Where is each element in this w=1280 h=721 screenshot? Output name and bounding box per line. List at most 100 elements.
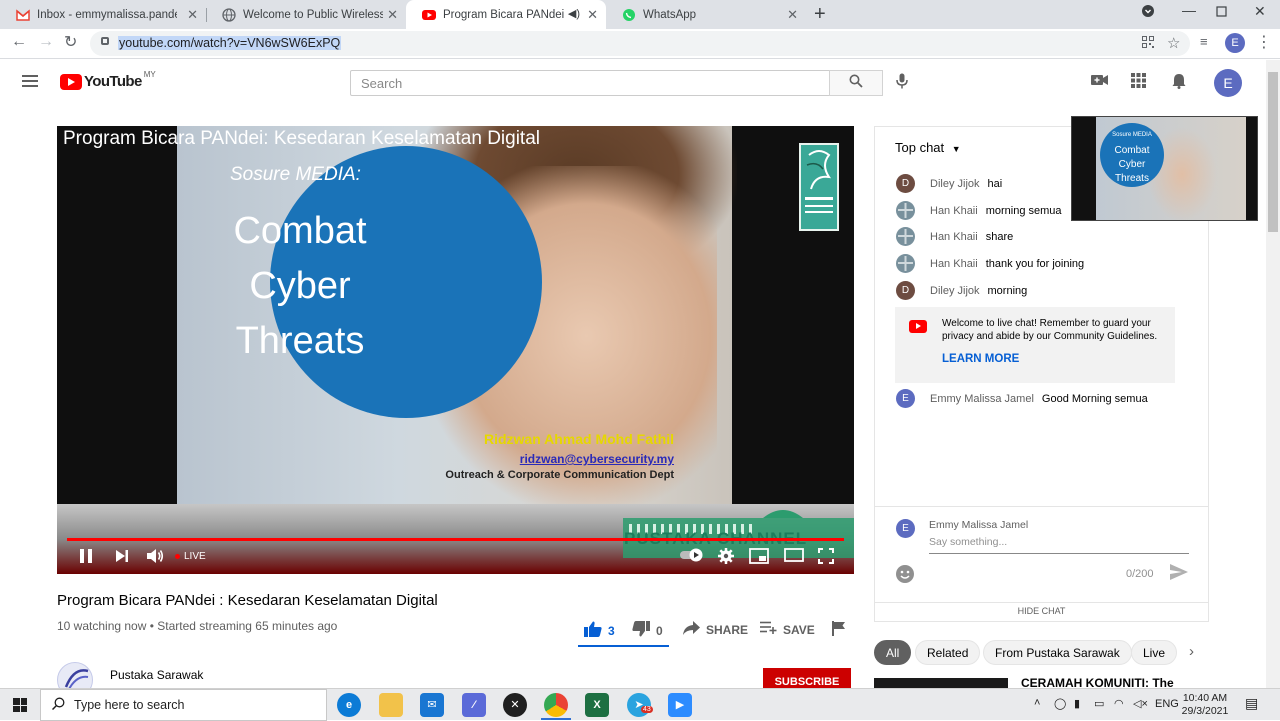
system-clock[interactable]: 10:40 AM 29/3/2021 [1180, 692, 1230, 718]
close-window-icon[interactable]: ✕ [1254, 3, 1266, 20]
taskbar-search-input[interactable]: Type here to search [40, 689, 327, 721]
dislike-button[interactable]: 0 [632, 621, 663, 641]
page-scrollbar[interactable] [1266, 60, 1280, 688]
apps-grid-icon[interactable] [1131, 73, 1146, 92]
chat-author[interactable]: Han Khaii [930, 231, 978, 243]
volume-icon[interactable] [146, 548, 164, 569]
miniplayer-icon[interactable] [749, 548, 769, 569]
tray-chevron-icon[interactable]: ˄ [1034, 697, 1040, 709]
wifi-icon[interactable]: ◠ [1114, 697, 1124, 710]
url-text[interactable]: youtube.com/watch?v=VN6wSW6ExPQ [118, 36, 342, 50]
microphone-icon[interactable] [896, 73, 908, 93]
tab-search-icon[interactable] [1141, 4, 1155, 21]
live-badge[interactable]: LIVE [175, 551, 206, 562]
next-icon[interactable] [115, 548, 129, 569]
chat-avatar[interactable]: D [896, 174, 915, 193]
share-button[interactable]: SHARE [683, 621, 748, 639]
notifications-bell-icon[interactable] [1172, 73, 1186, 93]
forward-icon[interactable]: → [38, 33, 54, 51]
edge-icon[interactable]: e [337, 693, 361, 717]
speaker-icon[interactable]: ◀) [568, 7, 580, 20]
settings-gear-icon[interactable] [718, 548, 734, 569]
report-flag-icon[interactable] [832, 621, 846, 636]
bookmark-star-icon[interactable]: ☆ [1167, 34, 1180, 52]
chat-message: D Diley Jijok morning [896, 281, 1027, 300]
close-icon[interactable]: ✕ [387, 7, 398, 23]
scrollbar-thumb[interactable] [1268, 72, 1278, 232]
mail-icon[interactable]: ✉ [420, 693, 444, 717]
youtube-logo[interactable]: YouTube MY [60, 70, 156, 90]
tab-whatsapp[interactable]: WhatsApp ✕ [606, 0, 806, 29]
language-indicator[interactable]: ENG [1155, 698, 1179, 710]
subscribe-button[interactable]: SUBSCRIBE [763, 668, 851, 688]
video-player[interactable]: Sosure MEDIA: Combat Cyber Threats Progr… [57, 126, 854, 574]
picture-in-picture-preview[interactable]: Sosure MEDIA Combat Cyber Threats [1071, 116, 1258, 221]
account-avatar[interactable]: E [1214, 69, 1242, 97]
search-button[interactable] [829, 70, 883, 96]
chip-all[interactable]: All [874, 640, 912, 665]
save-button[interactable]: SAVE [760, 621, 815, 638]
channel-name[interactable]: Pustaka Sarawak [110, 668, 203, 682]
back-icon[interactable]: ← [11, 33, 27, 51]
windows-start-icon[interactable] [13, 698, 27, 712]
notification-center-icon[interactable]: ▤ [1245, 695, 1258, 712]
file-explorer-icon[interactable] [379, 693, 403, 717]
close-icon[interactable]: ✕ [187, 7, 198, 23]
tray-microphone-icon[interactable]: ▮ [1074, 697, 1080, 710]
chat-avatar[interactable]: D [896, 281, 915, 300]
zoom-icon[interactable]: ▶ [668, 693, 692, 717]
speaker-muted-icon[interactable]: ◁× [1133, 697, 1148, 710]
minimize-icon[interactable]: — [1182, 2, 1196, 18]
chip-from-pustaka-sarawak[interactable]: From Pustaka Sarawak [983, 640, 1132, 665]
excel-icon[interactable]: X [585, 693, 609, 717]
close-icon[interactable]: ✕ [787, 7, 798, 23]
video-progress-bar[interactable] [67, 538, 844, 541]
chat-mode-dropdown[interactable]: Top chat ▼ [895, 140, 961, 155]
chevron-right-icon[interactable]: › [1189, 643, 1194, 660]
qr-code-icon[interactable] [1142, 36, 1154, 51]
chip-related[interactable]: Related [915, 640, 981, 665]
theater-mode-icon[interactable] [784, 548, 804, 567]
battery-icon[interactable]: ▭ [1094, 697, 1104, 710]
related-video-thumbnail[interactable] [874, 678, 1008, 688]
send-icon[interactable] [1170, 564, 1188, 585]
chat-author[interactable]: Diley Jijok [930, 285, 980, 297]
maximize-icon[interactable] [1216, 4, 1227, 20]
chat-avatar[interactable] [896, 201, 915, 220]
telegram-icon[interactable]: ➤ [627, 693, 651, 717]
chat-author[interactable]: Han Khaii [930, 205, 978, 217]
xbox-icon[interactable]: ✕ [503, 693, 527, 717]
chat-avatar[interactable] [896, 254, 915, 273]
emoji-icon[interactable] [896, 565, 914, 583]
chat-avatar[interactable] [896, 227, 915, 246]
create-video-icon[interactable] [1091, 73, 1108, 90]
reload-icon[interactable]: ↻ [64, 32, 77, 52]
hide-chat-button[interactable]: HIDE CHAT [875, 602, 1208, 622]
search-input[interactable]: Search [350, 70, 830, 96]
learn-more-link[interactable]: LEARN MORE [942, 353, 1019, 365]
close-icon[interactable]: ✕ [587, 7, 598, 23]
tab-youtube-active[interactable]: Program Bicara PANdei : Kes ◀) ✕ [406, 0, 606, 29]
chat-author[interactable]: Emmy Malissa Jamel [930, 393, 1034, 405]
chat-avatar[interactable]: E [896, 389, 915, 408]
pause-icon[interactable] [79, 548, 93, 569]
tab-gmail[interactable]: Inbox - emmymalissa.pandei@gm ✕ [0, 0, 206, 29]
like-button[interactable]: 3 [584, 621, 615, 641]
chat-message-input[interactable]: Say something... [929, 536, 1189, 554]
autoplay-toggle[interactable] [679, 548, 705, 567]
chat-input-author: Emmy Malissa Jamel [929, 519, 1029, 531]
menu-icon[interactable] [22, 75, 38, 87]
tab-public-wireless[interactable]: Welcome to Public Wireless Netw ✕ [206, 0, 406, 29]
chip-live[interactable]: Live [1131, 640, 1178, 665]
chat-author[interactable]: Han Khaii [930, 258, 978, 270]
chat-author[interactable]: Diley Jijok [930, 178, 980, 190]
new-tab-button[interactable]: + [814, 3, 826, 26]
whiteboard-icon[interactable]: ⁄ [462, 693, 486, 717]
chrome-menu-icon[interactable]: ⋮ [1256, 32, 1272, 52]
profile-avatar[interactable]: E [1225, 33, 1245, 53]
address-bar[interactable]: youtube.com/watch?v=VN6wSW6ExPQ ☆ [90, 31, 1190, 56]
reading-list-icon[interactable]: ≡ [1200, 34, 1208, 49]
fullscreen-icon[interactable] [818, 548, 834, 569]
tray-app-icon[interactable]: ◯ [1054, 697, 1066, 710]
chrome-icon[interactable] [544, 693, 568, 717]
